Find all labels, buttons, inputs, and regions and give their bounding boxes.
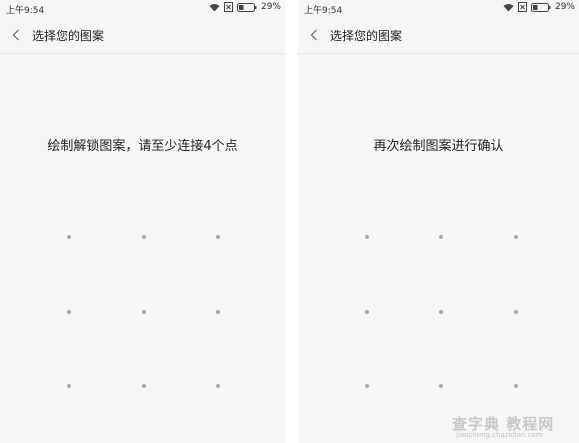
pattern-dot[interactable] [514,235,518,239]
pattern-dot[interactable] [142,384,146,388]
pattern-dot[interactable] [365,310,369,314]
pattern-dot[interactable] [67,384,71,388]
no-sim-icon [223,2,233,12]
battery-icon [530,2,551,12]
battery-percent: 29% [554,2,575,12]
pattern-dot[interactable] [365,384,369,388]
battery-icon [236,2,257,12]
status-icons: 29% [209,2,281,12]
watermark-sub: jiaocheng.chazidian.com [456,431,543,439]
pattern-dot[interactable] [216,310,220,314]
pattern-dot[interactable] [67,310,71,314]
status-bar: 上午9:54 29% [0,0,285,17]
screen-left: 上午9:54 29% 选择您的图案 绘制解锁图案，请至少连接4个点 [0,0,285,443]
back-arrow-icon [310,26,318,45]
wifi-icon [503,3,514,12]
status-icons: 29% [503,2,575,12]
page-title: 选择您的图案 [32,29,105,43]
pattern-dot[interactable] [439,384,443,388]
title-bar: 选择您的图案 [0,17,285,54]
pattern-dot[interactable] [216,384,220,388]
back-arrow-icon [12,26,20,45]
watermark: 查字典 教程网 jiaocheng.chazidian.com [452,413,576,441]
pattern-dot[interactable] [216,235,220,239]
pattern-dot[interactable] [67,235,71,239]
status-bar: 上午9:54 29% [298,0,579,17]
pattern-dot[interactable] [514,310,518,314]
back-button[interactable] [8,26,24,44]
no-sim-icon [517,2,527,12]
battery-percent: 29% [260,2,281,12]
pattern-dot[interactable] [365,235,369,239]
instruction-text: 绘制解锁图案，请至少连接4个点 [47,139,238,154]
pattern-dot[interactable] [514,384,518,388]
pattern-dot[interactable] [142,310,146,314]
wifi-icon [209,3,220,12]
status-time: 上午9:54 [304,6,343,16]
pattern-dot[interactable] [439,235,443,239]
pattern-dot[interactable] [439,310,443,314]
status-time: 上午9:54 [6,6,45,16]
instruction-text: 再次绘制图案进行确认 [373,139,504,154]
page-title: 选择您的图案 [330,29,403,43]
screen-right: 上午9:54 29% 选择您的图案 再次绘制图案进行确认 [298,0,579,443]
title-bar: 选择您的图案 [298,17,579,54]
back-button[interactable] [306,26,322,44]
pattern-dot[interactable] [142,235,146,239]
